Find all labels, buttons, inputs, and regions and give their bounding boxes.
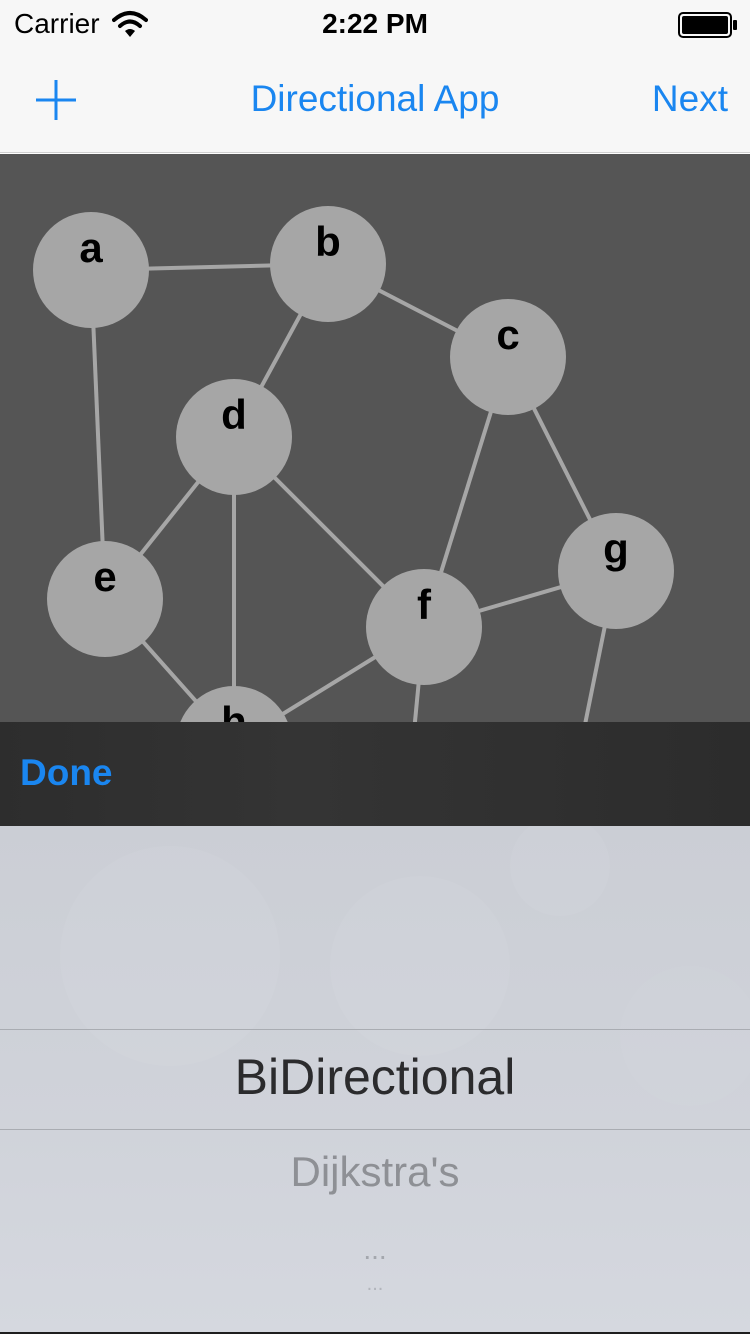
picker-selection-bottom-line <box>0 1129 750 1130</box>
nav-title: Directional App <box>250 78 500 119</box>
graph-node-label: h <box>221 698 247 724</box>
graph-node-label: c <box>496 311 519 358</box>
graph-node-label: d <box>221 391 247 438</box>
graph-node-b[interactable]: b <box>270 206 386 322</box>
status-bar: Carrier 2:22 PM <box>0 0 750 48</box>
graph-node-f[interactable]: f <box>366 569 482 685</box>
graph-node-c[interactable]: c <box>450 299 566 415</box>
picker-toolbar: Done <box>0 722 750 826</box>
picker-option[interactable]: ... <box>0 1236 750 1264</box>
graph-node-g[interactable]: g <box>558 513 674 629</box>
graph-node-label: b <box>315 218 341 265</box>
picker-selected-option[interactable]: BiDirectional <box>0 1048 750 1106</box>
graph-node-label: e <box>93 553 116 600</box>
algorithm-picker[interactable]: BiDirectional Dijkstra's ... ... <box>0 826 750 1332</box>
graph-node-label: g <box>603 525 629 572</box>
next-button[interactable]: Next <box>652 78 728 120</box>
picker-option[interactable]: Dijkstra's <box>0 1148 750 1196</box>
battery-icon <box>678 12 737 38</box>
graph-node-label: a <box>79 224 103 271</box>
picker-selection-top-line <box>0 1029 750 1030</box>
graph-nodes: a b c d e f g h <box>33 206 674 724</box>
graph-node-a[interactable]: a <box>33 212 149 328</box>
navigation-bar: Directional App Next <box>0 48 750 153</box>
app-screen: Carrier 2:22 PM Directional App Next a b c… <box>0 0 750 1334</box>
graph-svg: a b c d e f g h <box>33 206 674 724</box>
done-button[interactable]: Done <box>20 752 113 794</box>
graph-node-h[interactable]: h <box>176 686 292 724</box>
picker-option[interactable]: ... <box>0 1274 750 1294</box>
graph-canvas[interactable]: a b c d e f g h <box>0 154 750 724</box>
graph-node-label: f <box>417 581 432 628</box>
graph-node-e[interactable]: e <box>47 541 163 657</box>
graph-node-d[interactable]: d <box>176 379 292 495</box>
status-time: 2:22 PM <box>322 8 428 39</box>
